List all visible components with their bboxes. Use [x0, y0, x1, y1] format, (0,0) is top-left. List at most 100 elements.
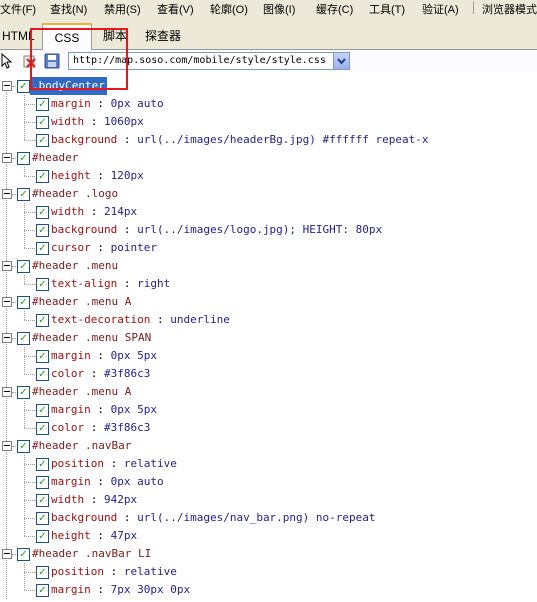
rule-enabled-checkbox[interactable]: ✓: [17, 548, 30, 561]
rule-enabled-checkbox[interactable]: ✓: [17, 296, 30, 309]
css-selector[interactable]: #header: [32, 149, 78, 167]
css-property[interactable]: width: [51, 115, 84, 128]
declaration-enabled-checkbox[interactable]: ✓: [36, 512, 49, 525]
collapse-toggle-icon[interactable]: [2, 261, 12, 271]
css-value[interactable]: relative: [124, 565, 177, 578]
tab-css[interactable]: CSS: [42, 23, 92, 52]
declaration-enabled-checkbox[interactable]: ✓: [36, 530, 49, 543]
declaration-enabled-checkbox[interactable]: ✓: [36, 476, 49, 489]
menu-tools[interactable]: 工具(T): [369, 1, 405, 16]
declaration-enabled-checkbox[interactable]: ✓: [36, 584, 49, 597]
css-value[interactable]: 942px: [104, 493, 137, 506]
css-property[interactable]: margin: [51, 349, 91, 362]
declaration-enabled-checkbox[interactable]: ✓: [36, 422, 49, 435]
declaration-enabled-checkbox[interactable]: ✓: [36, 314, 49, 327]
collapse-toggle-icon[interactable]: [2, 189, 12, 199]
css-selector[interactable]: #header .navBar LI: [32, 545, 151, 563]
declaration-enabled-checkbox[interactable]: ✓: [36, 566, 49, 579]
collapse-toggle-icon[interactable]: [2, 387, 12, 397]
css-property[interactable]: color: [51, 367, 84, 380]
css-value[interactable]: 0px auto: [111, 97, 164, 110]
rule-enabled-checkbox[interactable]: ✓: [17, 332, 30, 345]
collapse-toggle-icon[interactable]: [2, 81, 12, 91]
collapse-toggle-icon[interactable]: [2, 297, 12, 307]
css-property[interactable]: position: [51, 457, 104, 470]
menu-outline[interactable]: 轮廓(O): [210, 1, 248, 16]
css-selector[interactable]: #header .menu SPAN: [32, 329, 151, 347]
css-selector[interactable]: .bodyCenter: [30, 77, 107, 95]
tab-profiler[interactable]: 探查器: [138, 25, 188, 47]
declaration-enabled-checkbox[interactable]: ✓: [36, 134, 49, 147]
css-property[interactable]: margin: [51, 403, 91, 416]
collapse-toggle-icon[interactable]: [2, 333, 12, 343]
css-value[interactable]: pointer: [111, 241, 157, 254]
collapse-toggle-icon[interactable]: [2, 153, 12, 163]
css-value[interactable]: 0px 5px: [111, 403, 157, 416]
declaration-enabled-checkbox[interactable]: ✓: [36, 404, 49, 417]
css-value[interactable]: #3f86c3: [104, 421, 150, 434]
clear-rule-icon[interactable]: [22, 53, 38, 69]
rule-enabled-checkbox[interactable]: ✓: [17, 386, 30, 399]
menu-browser-mode[interactable]: 浏览器模式: [482, 1, 537, 16]
css-property[interactable]: width: [51, 493, 84, 506]
declaration-enabled-checkbox[interactable]: ✓: [36, 494, 49, 507]
css-selector[interactable]: #header .logo: [32, 185, 118, 203]
css-property[interactable]: background: [51, 511, 117, 524]
menu-find[interactable]: 查找(N): [50, 1, 87, 16]
css-property[interactable]: background: [51, 133, 117, 146]
tab-html[interactable]: HTML: [2, 25, 35, 47]
css-value[interactable]: url(../images/nav_bar.png) no-repeat: [137, 511, 375, 524]
css-property[interactable]: cursor: [51, 241, 91, 254]
css-property[interactable]: margin: [51, 97, 91, 110]
css-value[interactable]: 1060px: [104, 115, 144, 128]
css-property[interactable]: height: [51, 169, 91, 182]
save-icon[interactable]: [44, 53, 60, 69]
declaration-enabled-checkbox[interactable]: ✓: [36, 206, 49, 219]
declaration-enabled-checkbox[interactable]: ✓: [36, 368, 49, 381]
declaration-enabled-checkbox[interactable]: ✓: [36, 98, 49, 111]
declaration-enabled-checkbox[interactable]: ✓: [36, 278, 49, 291]
declaration-enabled-checkbox[interactable]: ✓: [36, 116, 49, 129]
rule-enabled-checkbox[interactable]: ✓: [17, 440, 30, 453]
css-value[interactable]: underline: [170, 313, 230, 326]
css-value[interactable]: 120px: [111, 169, 144, 182]
css-property[interactable]: color: [51, 421, 84, 434]
rule-enabled-checkbox[interactable]: ✓: [17, 260, 30, 273]
css-property[interactable]: text-decoration: [51, 313, 150, 326]
stylesheet-select[interactable]: http://map.soso.com/mobile/style/style.c…: [68, 52, 350, 70]
menu-images[interactable]: 图像(I): [263, 1, 295, 16]
css-selector[interactable]: #header .menu A: [32, 383, 131, 401]
declaration-enabled-checkbox[interactable]: ✓: [36, 458, 49, 471]
css-property[interactable]: height: [51, 529, 91, 542]
css-value[interactable]: url(../images/logo.jpg); HEIGHT: 80px: [137, 223, 382, 236]
rule-enabled-checkbox[interactable]: ✓: [17, 80, 30, 93]
css-value[interactable]: relative: [124, 457, 177, 470]
menu-validate[interactable]: 验证(A): [422, 1, 459, 16]
declaration-enabled-checkbox[interactable]: ✓: [36, 170, 49, 183]
css-value[interactable]: 214px: [104, 205, 137, 218]
css-value[interactable]: 0px auto: [111, 475, 164, 488]
css-selector[interactable]: #header .menu: [32, 257, 118, 275]
css-property[interactable]: margin: [51, 583, 91, 596]
css-property[interactable]: width: [51, 205, 84, 218]
rule-enabled-checkbox[interactable]: ✓: [17, 188, 30, 201]
menu-file[interactable]: 文件(F): [0, 1, 36, 16]
declaration-enabled-checkbox[interactable]: ✓: [36, 224, 49, 237]
css-property[interactable]: text-align: [51, 277, 117, 290]
collapse-toggle-icon[interactable]: [2, 549, 12, 559]
css-value[interactable]: #3f86c3: [104, 367, 150, 380]
css-property[interactable]: background: [51, 223, 117, 236]
menu-disable[interactable]: 禁用(S): [104, 1, 141, 16]
css-property[interactable]: position: [51, 565, 104, 578]
css-value[interactable]: 47px: [111, 529, 138, 542]
css-value[interactable]: right: [137, 277, 170, 290]
menu-cache[interactable]: 缓存(C): [316, 1, 353, 16]
css-selector[interactable]: #header .navBar: [32, 437, 131, 455]
rule-enabled-checkbox[interactable]: ✓: [17, 152, 30, 165]
declaration-enabled-checkbox[interactable]: ✓: [36, 350, 49, 363]
declaration-enabled-checkbox[interactable]: ✓: [36, 242, 49, 255]
tab-script[interactable]: 脚本: [96, 25, 134, 47]
css-value[interactable]: 7px 30px 0px: [111, 583, 190, 596]
css-property[interactable]: margin: [51, 475, 91, 488]
menu-view[interactable]: 查看(V): [157, 1, 194, 16]
